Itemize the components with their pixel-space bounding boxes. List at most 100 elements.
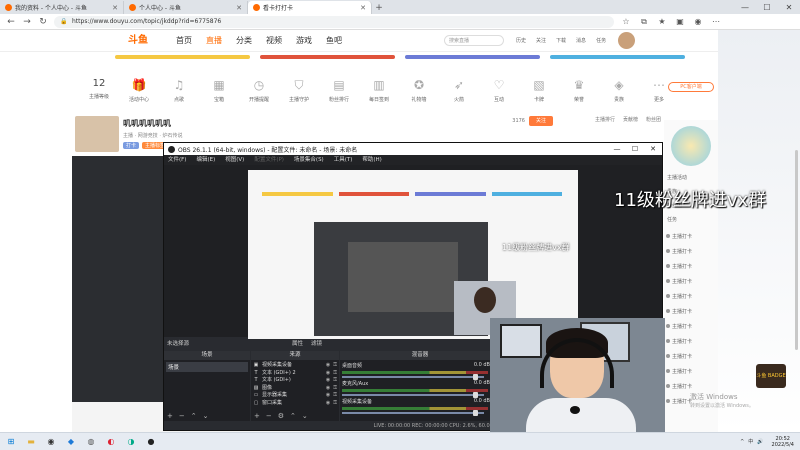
lock-icon[interactable]: ⚿ [333, 362, 337, 370]
maximize-button[interactable]: ☐ [756, 0, 778, 14]
add-icon[interactable]: + [254, 411, 260, 421]
forward-button[interactable]: → [22, 17, 32, 27]
gear-icon[interactable]: ⚙ [278, 411, 284, 421]
obs-icon[interactable]: ◉ [45, 436, 57, 448]
anchor-avatar[interactable] [75, 116, 119, 152]
event-bar[interactable] [115, 55, 250, 59]
extensions-icon[interactable]: ⧉ [638, 17, 650, 27]
app-icon[interactable]: ◆ [65, 436, 77, 448]
browser-tab-2[interactable]: 看卡打打卡 ✕ [248, 1, 372, 14]
remove-icon[interactable]: − [179, 411, 185, 421]
volume-icon[interactable]: 🔊 [757, 439, 763, 445]
browser-tab-0[interactable]: 我的资料 - 个人中心 - 斗鱼 ✕ [0, 1, 124, 14]
source-item[interactable]: T 文本 (GDI+) ◉ ⚿ [253, 377, 337, 385]
favorites-icon[interactable]: ★ [656, 17, 668, 26]
source-item[interactable]: ▢ 窗口采集 ◉ ⚿ [253, 400, 337, 408]
slider-knob[interactable] [472, 392, 478, 398]
volume-slider[interactable] [342, 410, 484, 416]
follow-icon[interactable]: 关注 [536, 37, 546, 44]
lock-icon[interactable]: ⚿ [333, 370, 337, 378]
eye-icon[interactable]: ◉ [326, 392, 330, 400]
slider-knob[interactable] [472, 374, 478, 380]
tray-expand-icon[interactable]: ^ [740, 439, 744, 445]
event-badge[interactable] [671, 126, 711, 166]
menu-view[interactable]: 视图(V) [225, 155, 244, 165]
close-window-button[interactable]: ✕ [778, 0, 800, 14]
event-bar[interactable] [550, 55, 685, 59]
new-tab-button[interactable]: + [372, 1, 386, 14]
menu-icon[interactable]: ⋯ [710, 17, 722, 26]
menu-profile[interactable]: 配置文件(P) [254, 155, 284, 165]
pc-client-button[interactable]: PC客户端 [668, 82, 714, 92]
input-method-icon[interactable]: 中 [748, 438, 753, 445]
lock-icon[interactable]: ⚿ [333, 392, 337, 400]
eye-icon[interactable]: ◉ [326, 385, 330, 393]
minimize-button[interactable]: — [734, 0, 756, 14]
eye-icon[interactable]: ◉ [326, 377, 330, 385]
close-icon[interactable]: ✕ [360, 4, 366, 12]
nav-item-games[interactable]: 游戏 [296, 35, 312, 46]
message-icon[interactable]: 消息 [576, 37, 586, 44]
filters-button[interactable]: 滤镜 [311, 339, 322, 350]
lock-icon[interactable]: ⚿ [333, 377, 337, 385]
volume-slider[interactable] [342, 374, 484, 380]
room-tag[interactable]: 打卡 [123, 142, 140, 149]
nav-item-yuba[interactable]: 鱼吧 [326, 35, 342, 46]
browser-icon[interactable]: ◍ [85, 436, 97, 448]
download-icon[interactable]: 下载 [556, 37, 566, 44]
remove-icon[interactable]: − [266, 411, 272, 421]
side-item[interactable]: 任务 [664, 214, 718, 228]
move-down-icon[interactable]: ⌄ [302, 411, 308, 421]
event-bar[interactable] [405, 55, 540, 59]
move-up-icon[interactable]: ⌃ [290, 411, 296, 421]
nav-item-category[interactable]: 分类 [236, 35, 252, 46]
start-icon[interactable]: ⊞ [5, 436, 17, 448]
properties-button[interactable]: 属性 [292, 339, 303, 350]
chrome-icon[interactable]: ◑ [125, 436, 137, 448]
move-up-icon[interactable]: ⌃ [191, 411, 197, 421]
page-scrollbar[interactable] [795, 150, 798, 350]
side-item[interactable]: 主播活动 [664, 172, 718, 186]
move-down-icon[interactable]: ⌄ [203, 411, 209, 421]
close-icon[interactable]: ✕ [236, 4, 242, 12]
source-item[interactable]: T 文本 (GDI+) 2 ◉ ⚿ [253, 370, 337, 378]
back-button[interactable]: ← [6, 17, 16, 27]
source-item[interactable]: ▭ 显示器采集 ◉ ⚿ [253, 392, 337, 400]
profile-icon[interactable]: ◉ [692, 17, 704, 26]
tab-anchor-rank[interactable]: 主播排行 [595, 116, 615, 123]
menu-edit[interactable]: 编辑(E) [196, 155, 215, 165]
slider-knob[interactable] [472, 410, 478, 416]
close-icon[interactable]: ✕ [112, 4, 118, 12]
nav-item-live[interactable]: 直播 [206, 35, 222, 46]
history-icon[interactable]: 历史 [516, 37, 526, 44]
lock-icon[interactable]: ⚿ [333, 400, 337, 408]
url-input[interactable]: 🔒 https://www.douyu.com/topic/jkddp?rid=… [54, 15, 614, 28]
tab-fan-club[interactable]: 粉丝团 [646, 116, 661, 123]
event-bar[interactable] [260, 55, 395, 59]
follow-button[interactable]: 关注 [529, 116, 553, 126]
source-item[interactable]: ▨ 图像 ◉ ⚿ [253, 385, 337, 393]
obs-maximize-button[interactable]: ☐ [626, 145, 644, 153]
nav-item-video[interactable]: 视频 [266, 35, 282, 46]
obs2-icon[interactable]: ● [145, 436, 157, 448]
tab-contribution[interactable]: 贡献榜 [623, 116, 638, 123]
taskbar-clock[interactable]: 20:52 2022/5/4 [772, 436, 794, 448]
collections-icon[interactable]: ▣ [674, 17, 686, 26]
obs-close-button[interactable]: ✕ [644, 145, 662, 153]
source-item[interactable]: ▣ 视频采集设备 ◉ ⚿ [253, 362, 337, 370]
scene-item[interactable]: 场景 [166, 362, 248, 372]
edge-icon[interactable]: ◐ [105, 436, 117, 448]
menu-scene-collection[interactable]: 场景集合(S) [294, 155, 324, 165]
obs-preview[interactable]: 11级粉丝牌进vx群 [164, 165, 662, 340]
douyu-search-input[interactable]: 搜索直播 [444, 35, 504, 46]
browser-tab-1[interactable]: 个人中心 - 斗鱼 ✕ [124, 1, 248, 14]
volume-slider[interactable] [342, 392, 484, 398]
eye-icon[interactable]: ◉ [326, 400, 330, 408]
menu-tools[interactable]: 工具(T) [334, 155, 353, 165]
task-icon[interactable]: 任务 [596, 37, 606, 44]
eye-icon[interactable]: ◉ [326, 362, 330, 370]
menu-file[interactable]: 文件(F) [168, 155, 186, 165]
avatar[interactable] [618, 32, 636, 49]
menu-help[interactable]: 帮助(H) [362, 155, 381, 165]
add-icon[interactable]: + [167, 411, 173, 421]
